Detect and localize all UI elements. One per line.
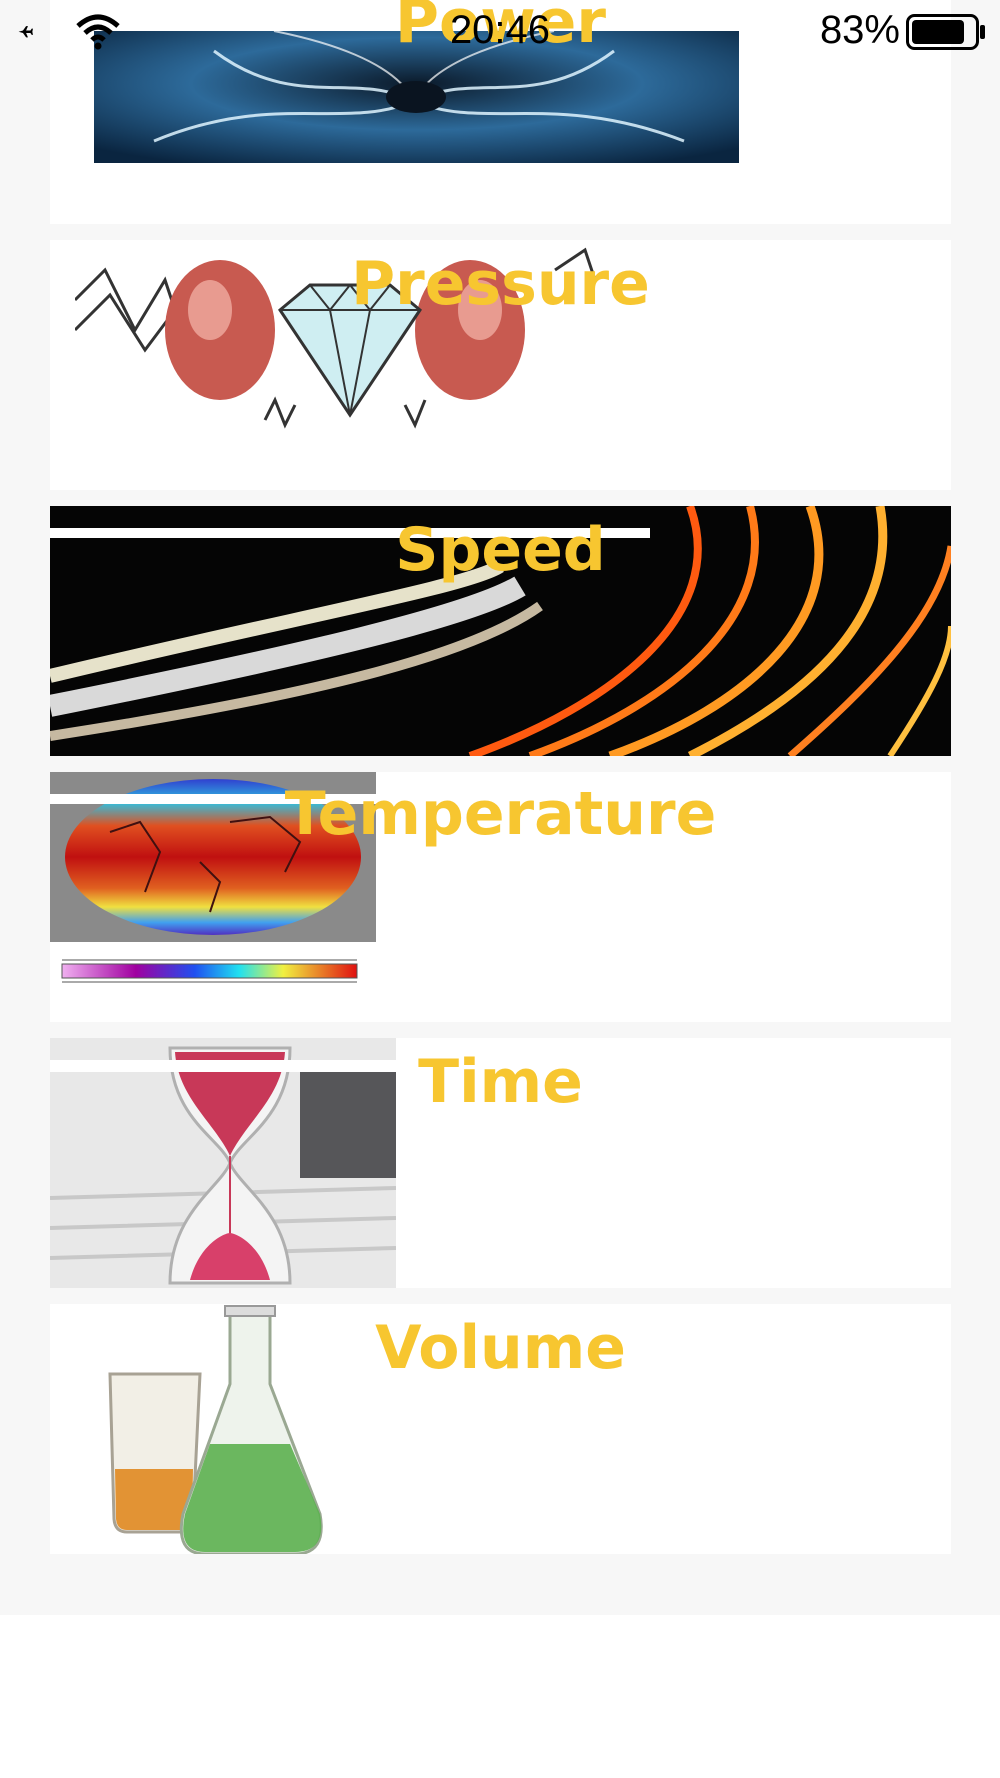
category-card-speed[interactable]: Speed xyxy=(50,506,951,756)
category-card-temperature[interactable]: Temperature xyxy=(50,772,951,1022)
battery-percent: 83% xyxy=(819,8,900,52)
status-bar: 20:46 83% xyxy=(0,0,1000,64)
category-title: Speed xyxy=(395,515,606,585)
category-card-pressure[interactable]: Pressure xyxy=(50,240,951,490)
category-card-time[interactable]: Time xyxy=(50,1038,951,1288)
battery-icon xyxy=(906,14,985,50)
category-title: Temperature xyxy=(284,779,717,849)
category-card-volume[interactable]: Volume xyxy=(50,1304,951,1554)
category-title: Volume xyxy=(375,1313,626,1383)
category-title: Pressure xyxy=(351,249,650,319)
category-title: Time xyxy=(418,1047,583,1117)
